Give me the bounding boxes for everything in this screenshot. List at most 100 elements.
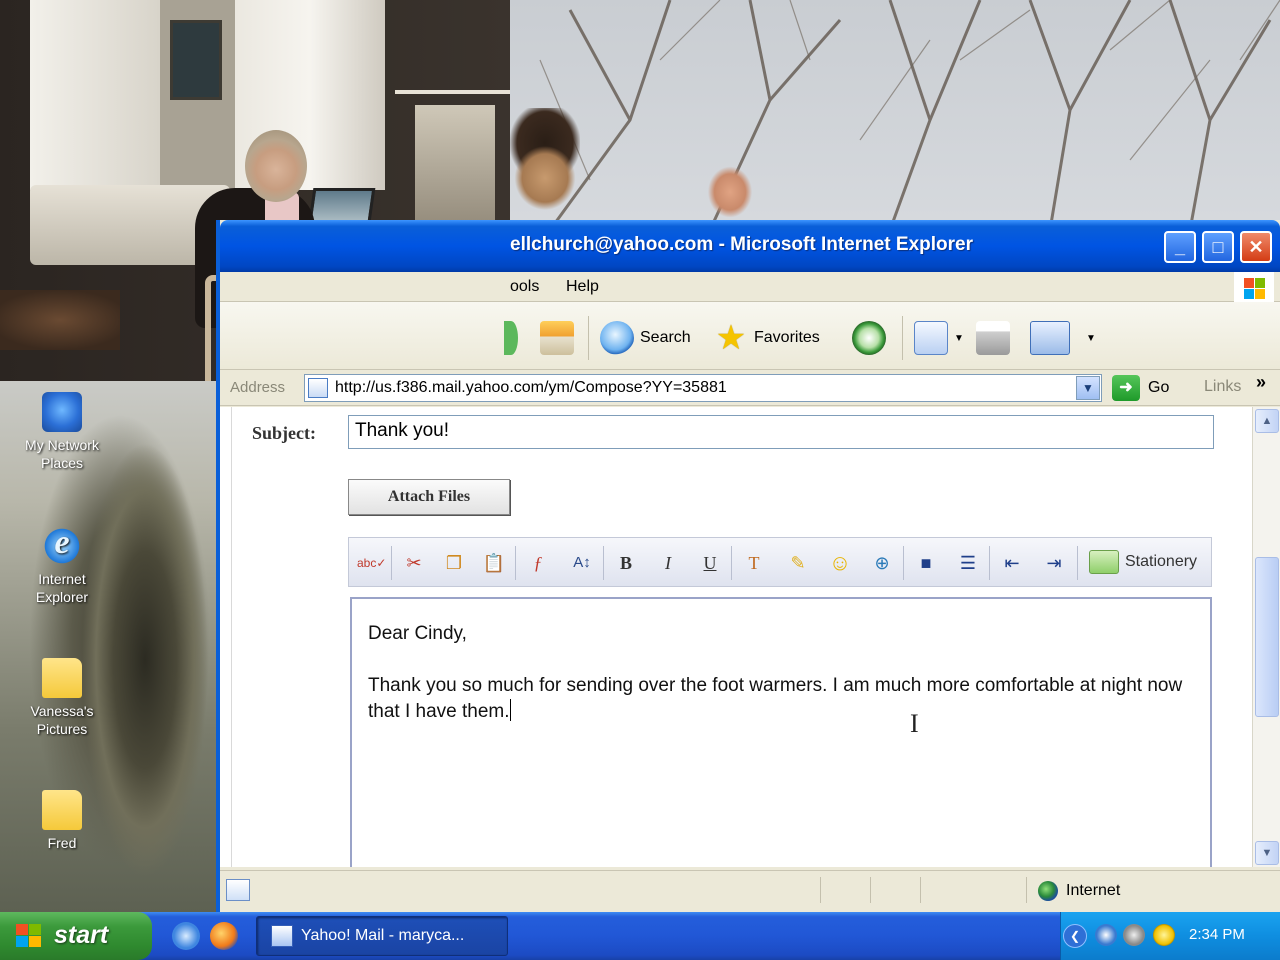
edit-dropdown-icon[interactable]: ▼ <box>1086 333 1096 344</box>
favorites-label: Favorites <box>754 329 820 346</box>
desktop-icon-internet-explorer[interactable]: Internet Explorer <box>14 524 110 606</box>
maximize-button[interactable]: □ <box>1202 231 1234 263</box>
refresh-button[interactable] <box>504 320 518 356</box>
emoticon-icon[interactable]: ☺ <box>827 550 853 576</box>
subject-input[interactable]: Thank you! <box>348 415 1214 449</box>
home-button[interactable] <box>540 320 574 356</box>
taskbar: start Yahoo! Mail - maryca... ❮ 2:34 PM <box>0 912 1280 960</box>
title-bar[interactable]: ellchurch@yahoo.com - Microsoft Internet… <box>220 220 1280 272</box>
font-family-icon[interactable]: ƒ <box>525 550 551 576</box>
page-content: Subject: Thank you! Attach Files abc✓ ✂ … <box>220 407 1252 867</box>
links-chevron-icon[interactable]: » <box>1256 372 1266 393</box>
windows-flag-icon <box>16 924 42 948</box>
video-shelf <box>395 90 510 94</box>
mail-button[interactable]: ▼ <box>914 320 964 356</box>
address-input[interactable]: http://us.f386.mail.yahoo.com/ym/Compose… <box>304 374 1102 402</box>
star-icon: ★ <box>715 319 747 357</box>
message-body-editor[interactable]: Dear Cindy, Thank you so much for sendin… <box>350 597 1212 867</box>
search-button[interactable]: Search <box>600 320 691 356</box>
vertical-scrollbar[interactable]: ▲ ▼ <box>1252 407 1280 867</box>
standard-toolbar: Search ★ Favorites ▼ ▼ <box>220 302 1280 370</box>
favorites-button[interactable]: ★ Favorites <box>714 320 820 356</box>
folder-icon <box>42 790 82 830</box>
network-places-icon <box>42 392 82 432</box>
format-separator <box>731 546 732 580</box>
spellcheck-icon[interactable]: abc✓ <box>357 550 386 576</box>
desktop-icon-network-places[interactable]: My Network Places <box>14 392 110 472</box>
tray-expand-icon[interactable]: ❮ <box>1063 924 1087 948</box>
scroll-up-icon[interactable]: ▲ <box>1255 409 1279 433</box>
folder-icon <box>42 658 82 698</box>
format-separator <box>903 546 904 580</box>
desktop-icon-vanessas-pictures[interactable]: Vanessa's Pictures <box>14 658 110 738</box>
outdent-icon[interactable]: ⇤ <box>999 550 1025 576</box>
format-separator <box>989 546 990 580</box>
stationery-icon <box>1089 550 1119 574</box>
network-tray-icon[interactable] <box>1095 924 1117 946</box>
align-icon[interactable]: ■ <box>913 550 939 576</box>
refresh-icon <box>504 321 518 355</box>
link-icon[interactable]: ⊕ <box>869 550 895 576</box>
content-gutter <box>220 407 232 867</box>
menu-tools[interactable]: ools <box>510 278 539 296</box>
copy-icon[interactable]: ❐ <box>441 550 467 576</box>
scroll-thumb[interactable] <box>1255 557 1279 717</box>
font-size-icon[interactable]: A↕ <box>569 550 595 576</box>
formatting-toolbar: abc✓ ✂ ❐ 📋 ƒ A↕ B I U T ✎ ☺ ⊕ ■ ☰ ⇤ ⇥ St… <box>348 537 1212 587</box>
format-separator <box>1077 546 1078 580</box>
page-icon <box>308 378 328 398</box>
edit-button[interactable]: ▼ <box>1030 320 1096 356</box>
volume-tray-icon[interactable] <box>1123 924 1145 946</box>
links-label[interactable]: Links <box>1204 378 1241 396</box>
status-divider <box>1026 877 1027 903</box>
italic-button[interactable]: I <box>655 550 681 576</box>
desktop-icon-fred[interactable]: Fred <box>14 790 110 852</box>
menu-help[interactable]: Help <box>566 278 599 296</box>
ie-window: ellchurch@yahoo.com - Microsoft Internet… <box>216 220 1280 912</box>
underline-button[interactable]: U <box>697 550 723 576</box>
stationery-label: Stationery <box>1125 553 1198 570</box>
bullet-list-icon[interactable]: ☰ <box>955 550 981 576</box>
quicklaunch-ie-icon[interactable] <box>172 922 200 950</box>
windows-logo-icon <box>1234 272 1274 302</box>
mail-dropdown-icon[interactable]: ▼ <box>954 333 964 344</box>
wallpaper-child-hand <box>700 160 760 220</box>
video-person-head <box>245 130 307 202</box>
address-dropdown-icon[interactable]: ▼ <box>1076 376 1100 400</box>
go-arrow-icon: ➜ <box>1112 375 1140 401</box>
format-separator <box>603 546 604 580</box>
text-color-icon[interactable]: T <box>741 550 767 576</box>
internet-explorer-icon <box>42 524 82 566</box>
search-label: Search <box>640 329 691 346</box>
mail-icon <box>914 321 948 355</box>
attach-files-button[interactable]: Attach Files <box>348 479 510 515</box>
subject-label: Subject: <box>252 423 316 443</box>
indent-icon[interactable]: ⇥ <box>1041 550 1067 576</box>
messenger-tray-icon[interactable] <box>1153 924 1175 946</box>
body-paragraph-wrap: Thank you so much for sending over the f… <box>368 673 1194 725</box>
print-button[interactable] <box>976 320 1010 356</box>
video-table <box>0 290 120 350</box>
scroll-down-icon[interactable]: ▼ <box>1255 841 1279 865</box>
toolbar-separator <box>588 316 589 360</box>
bold-button[interactable]: B <box>613 550 639 576</box>
paste-icon[interactable]: 📋 <box>481 550 507 576</box>
quicklaunch-firefox-icon[interactable] <box>210 922 238 950</box>
video-window-left <box>30 0 160 190</box>
history-button[interactable] <box>852 320 886 356</box>
status-divider <box>920 877 921 903</box>
search-icon <box>600 321 634 355</box>
text-caret <box>509 699 511 721</box>
cut-icon[interactable]: ✂ <box>401 550 427 576</box>
history-icon <box>852 321 886 355</box>
taskbar-item-yahoo-mail[interactable]: Yahoo! Mail - maryca... <box>256 916 508 956</box>
start-button[interactable]: start <box>0 912 152 960</box>
go-button[interactable]: ➜ Go <box>1112 375 1169 401</box>
minimize-button[interactable]: _ <box>1164 231 1196 263</box>
desktop-icon-label: Internet Explorer <box>35 571 89 605</box>
go-label: Go <box>1148 379 1170 396</box>
stationery-button[interactable]: Stationery <box>1089 550 1197 574</box>
close-button[interactable]: ✕ <box>1240 231 1272 263</box>
ie-page-icon <box>271 925 293 947</box>
highlight-icon[interactable]: ✎ <box>785 550 811 576</box>
